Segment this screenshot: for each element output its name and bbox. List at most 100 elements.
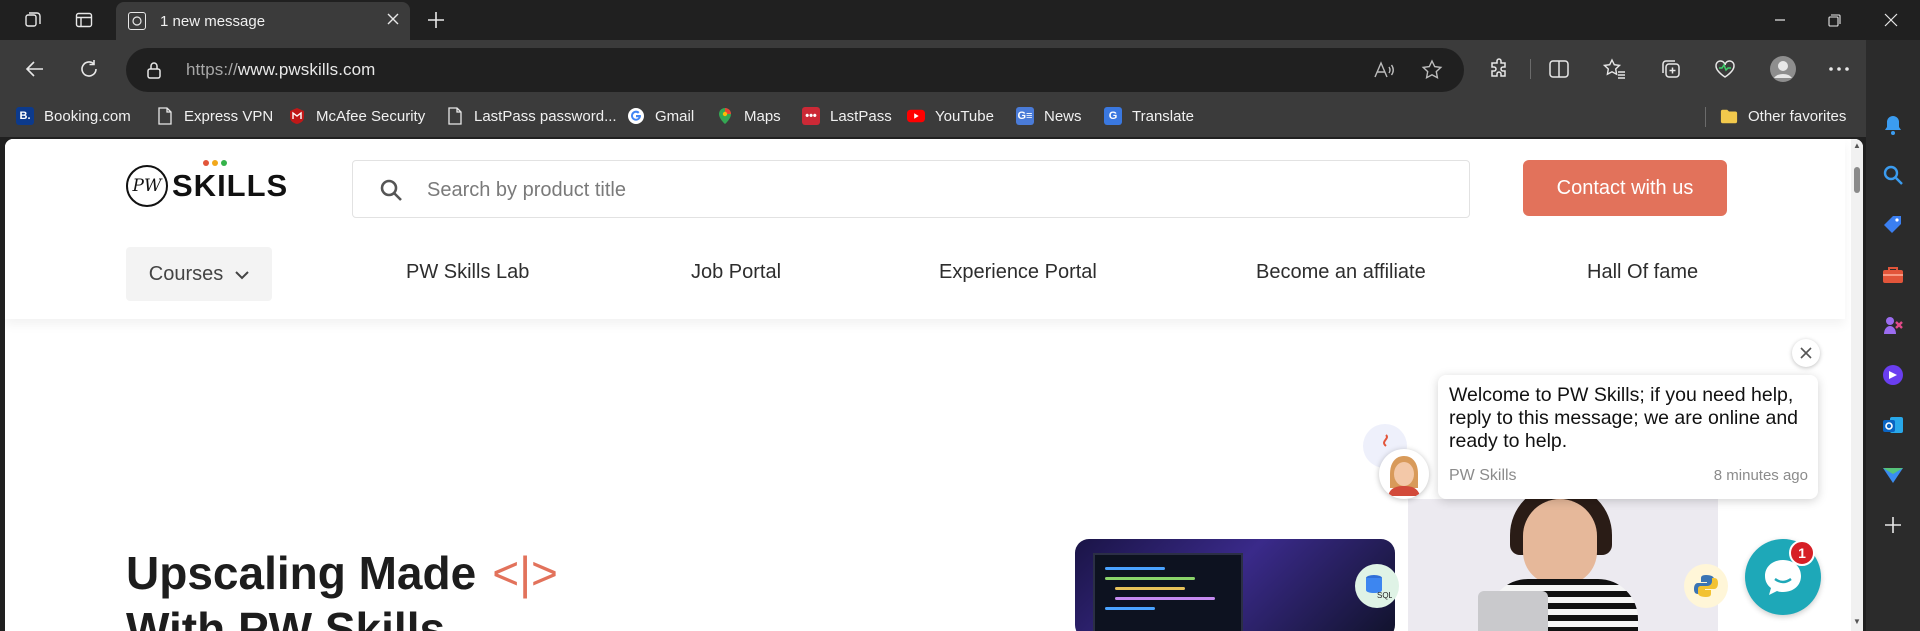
- nav-hall-of-fame[interactable]: Hall Of fame: [1587, 261, 1698, 284]
- person-laptop: [1478, 591, 1548, 631]
- news-icon: G≡: [1016, 107, 1034, 125]
- drop-send-icon[interactable]: [1880, 462, 1906, 488]
- nav-become-affiliate[interactable]: Become an affiliate: [1256, 261, 1426, 284]
- restore-icon[interactable]: [1805, 0, 1863, 40]
- close-tab-icon[interactable]: [386, 12, 400, 30]
- tab-actions-icon[interactable]: [70, 6, 98, 34]
- browser-toolbar: https://www.pwskills.com: [0, 40, 1920, 97]
- bookmark-gmail[interactable]: Gmail: [627, 107, 694, 125]
- new-tab-icon[interactable]: [422, 6, 450, 34]
- address-bar[interactable]: https://www.pwskills.com: [126, 48, 1464, 92]
- main-nav: Courses PW Skills Lab Job Portal Experie…: [5, 247, 1845, 301]
- hero-person-image: [1408, 485, 1718, 631]
- search-input[interactable]: [427, 175, 1327, 205]
- booking-icon: B.: [16, 107, 34, 125]
- folder-icon: [1720, 107, 1738, 125]
- active-tab[interactable]: 1 new message: [116, 2, 410, 40]
- outlook-icon[interactable]: [1880, 412, 1906, 438]
- logo-text: SKILLS: [172, 160, 289, 204]
- contact-button[interactable]: Contact with us: [1523, 160, 1727, 216]
- copilot-app-icon[interactable]: [1880, 362, 1906, 388]
- bookmark-maps[interactable]: Maps: [716, 107, 781, 125]
- bookmark-lastpass[interactable]: ••• LastPass: [802, 107, 892, 125]
- nav-experience-portal[interactable]: Experience Portal: [939, 261, 1097, 284]
- bookmark-label: LastPass: [830, 107, 892, 125]
- collections-icon[interactable]: [1654, 52, 1688, 86]
- bookmark-label: Booking.com: [44, 107, 131, 125]
- search-icon[interactable]: [379, 178, 403, 207]
- sql-database-icon: SQL: [1355, 564, 1399, 608]
- bookmark-translate[interactable]: G Translate: [1104, 107, 1194, 125]
- search-sidebar-icon[interactable]: [1880, 162, 1906, 188]
- bookmark-label: Gmail: [655, 107, 695, 125]
- refresh-icon[interactable]: [72, 52, 106, 86]
- lastpass-icon: •••: [802, 107, 820, 125]
- bookmark-label: YouTube: [935, 107, 994, 125]
- logo-mark: PW: [126, 165, 168, 207]
- url-scheme: https://: [186, 60, 238, 79]
- bookmark-youtube[interactable]: YouTube: [907, 107, 994, 125]
- hero-line-2: With PW Skills: [126, 603, 446, 631]
- product-search[interactable]: [352, 160, 1470, 218]
- page-icon: [156, 107, 174, 125]
- scrollbar-thumb[interactable]: [1854, 167, 1860, 193]
- logo-wordmark: SKILLS: [172, 168, 289, 203]
- bookmark-mcafee[interactable]: McAfee Security: [288, 107, 425, 125]
- nav-job-portal[interactable]: Job Portal: [691, 261, 781, 284]
- unread-count-badge: 1: [1789, 540, 1815, 566]
- chevron-down-icon: [235, 263, 249, 286]
- favorites-icon[interactable]: [1598, 52, 1632, 86]
- shopping-tag-icon[interactable]: [1880, 212, 1906, 238]
- minimize-icon[interactable]: [1751, 0, 1809, 40]
- url-text[interactable]: https://www.pwskills.com: [186, 60, 375, 80]
- extensions-icon[interactable]: [1482, 52, 1516, 86]
- profile-avatar-icon[interactable]: [1766, 52, 1800, 86]
- bookmark-booking[interactable]: B. Booking.com: [16, 107, 131, 125]
- bookmark-express-vpn[interactable]: Express VPN: [156, 107, 273, 125]
- bookmarks-separator: [1705, 107, 1706, 127]
- maps-icon: [716, 107, 734, 125]
- page-scrollbar[interactable]: ▲ ▼: [1851, 139, 1863, 631]
- read-aloud-icon[interactable]: [1372, 58, 1396, 82]
- scroll-down-icon[interactable]: ▼: [1853, 617, 1861, 626]
- favorite-star-icon[interactable]: [1420, 58, 1444, 82]
- translate-icon: G: [1104, 107, 1122, 125]
- courses-label: Courses: [148, 262, 224, 285]
- bookmark-news[interactable]: G≡ News: [1016, 107, 1082, 125]
- sql-label: SQL: [1377, 591, 1392, 600]
- games-icon[interactable]: [1880, 312, 1906, 338]
- bookmark-label: Maps: [744, 107, 781, 125]
- logo-dots: [203, 160, 227, 166]
- browser-essentials-icon[interactable]: [1708, 52, 1742, 86]
- chat-close-button[interactable]: [1792, 339, 1820, 367]
- lock-icon[interactable]: [146, 61, 162, 84]
- bookmark-lastpass-password[interactable]: LastPass password...: [446, 107, 617, 125]
- notifications-bell-icon[interactable]: [1880, 112, 1906, 138]
- title-bar: 1 new message: [0, 0, 1920, 40]
- chat-message-popup[interactable]: Welcome to PW Skills; if you need help, …: [1438, 375, 1818, 499]
- nav-pw-skills-lab[interactable]: PW Skills Lab: [406, 261, 529, 284]
- add-sidebar-app-icon[interactable]: [1880, 512, 1906, 538]
- tab-title: 1 new message: [160, 12, 266, 30]
- google-icon: [627, 107, 645, 125]
- python-icon: [1684, 564, 1728, 608]
- url-host: www.pwskills.com: [237, 60, 376, 79]
- hero-code-image: [1075, 539, 1395, 631]
- more-options-icon[interactable]: [1822, 52, 1856, 86]
- tools-briefcase-icon[interactable]: [1880, 262, 1906, 288]
- scroll-up-icon[interactable]: ▲: [1853, 141, 1861, 150]
- back-icon[interactable]: [18, 52, 52, 86]
- chat-agent-avatar: [1379, 449, 1429, 499]
- bookmark-label: News: [1044, 107, 1082, 125]
- other-favorites[interactable]: Other favorites: [1720, 107, 1846, 125]
- close-window-icon[interactable]: [1862, 0, 1920, 40]
- hero-line-1: Upscaling Made: [126, 547, 477, 599]
- pw-skills-logo[interactable]: PW SKILLS: [126, 160, 289, 207]
- courses-dropdown[interactable]: Courses: [126, 247, 272, 301]
- youtube-icon: [907, 107, 925, 125]
- chat-timestamp: 8 minutes ago: [1713, 467, 1808, 484]
- other-favorites-label: Other favorites: [1748, 107, 1847, 125]
- chat-sender: PW Skills: [1449, 467, 1517, 484]
- workspaces-icon[interactable]: [19, 6, 47, 34]
- split-screen-icon[interactable]: [1542, 52, 1576, 86]
